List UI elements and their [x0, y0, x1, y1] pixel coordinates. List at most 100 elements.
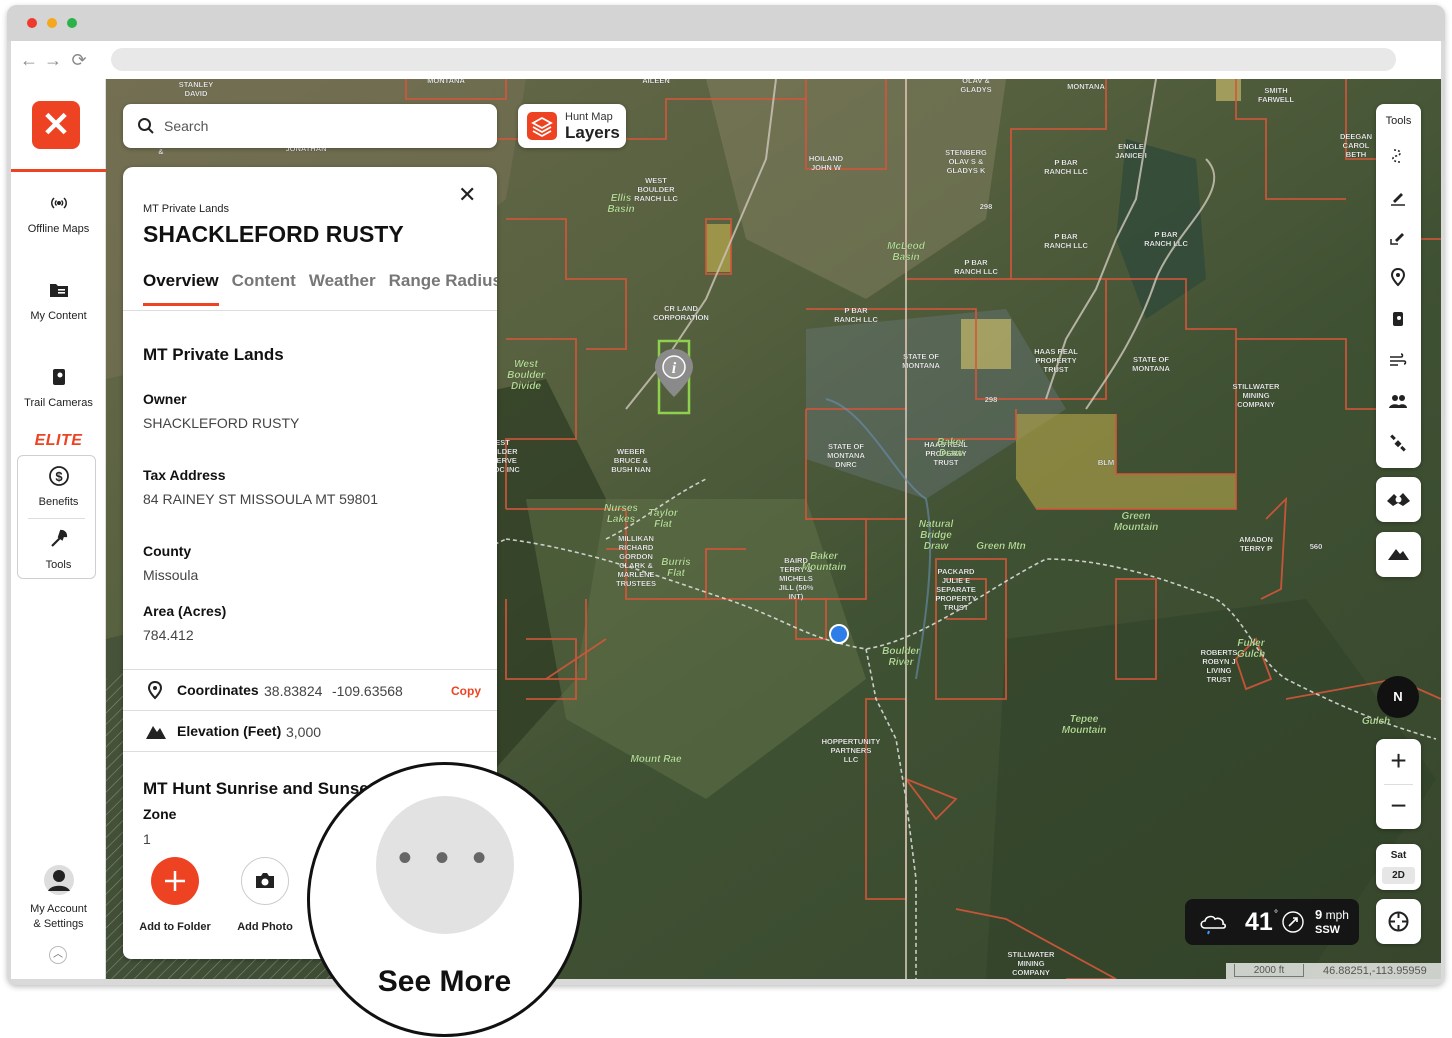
map-label: MONTANA — [1067, 82, 1105, 91]
temperature: 41 — [1245, 908, 1273, 936]
area-label: Area (Acres) — [143, 603, 227, 619]
people-icon[interactable] — [1388, 391, 1408, 411]
trail-camera-icon — [52, 369, 65, 385]
collapse-chevron-up-icon[interactable]: ︿ — [49, 946, 67, 964]
svg-text:$: $ — [55, 469, 63, 484]
tax-address-value: 84 RAINEY ST MISSOULA MT 59801 — [143, 491, 378, 507]
map-label: STENBERG OLAV S & GLADYS K — [945, 148, 987, 175]
offline-maps-icon — [50, 197, 67, 209]
reload-icon[interactable]: ⟳ — [69, 50, 89, 70]
wind-speed-unit: mph — [1325, 908, 1349, 922]
map-label: Fuller Gulch — [1237, 638, 1266, 660]
close-window-button[interactable] — [27, 18, 37, 28]
copy-button[interactable]: Copy — [451, 684, 481, 698]
forward-arrow-icon[interactable]: → — [43, 50, 63, 70]
zoom-out-button[interactable]: − — [1376, 784, 1421, 829]
draw-shape-icon[interactable] — [1388, 227, 1408, 247]
panel-tabs: Overview Content Weather Range Radius — [143, 271, 497, 311]
avatar — [43, 865, 74, 895]
offline-map-download-button[interactable] — [1376, 477, 1421, 522]
pencil-line-icon[interactable] — [1388, 187, 1408, 207]
map-label: MILLIKAN RICHARD GORDON CLARK & MARLENE TRUST… — [616, 534, 656, 588]
left-sidebar: ✕ Offline Maps My Content Trail Cameras … — [11, 79, 106, 979]
sidebar-item-my-content[interactable]: My Content — [11, 278, 106, 322]
map-label: MONTANA — [427, 79, 465, 85]
wind-icon[interactable] — [1388, 350, 1408, 370]
sidebar-item-offline-maps[interactable]: Offline Maps — [11, 191, 106, 235]
recenter-button[interactable] — [1376, 899, 1421, 944]
tab-overview[interactable]: Overview — [143, 271, 219, 306]
browser-window: ← → ⟳ i STANLEY DAVID MONTANA AILEEN OLA… — [7, 5, 1445, 985]
sidebar-item-trail-cameras[interactable]: Trail Cameras — [11, 365, 106, 409]
address-bar[interactable] — [111, 48, 1396, 71]
satellite-icon[interactable] — [1388, 433, 1408, 453]
weather-widget[interactable]: 41 ° 9 mph SSW — [1185, 899, 1359, 945]
map-label: Ellis Basin — [607, 193, 634, 215]
cloud-rain-icon — [1200, 915, 1227, 935]
divider — [123, 310, 497, 311]
sidebar-item-tools[interactable]: Tools — [11, 527, 106, 571]
close-icon[interactable]: ✕ — [458, 182, 476, 208]
add-photo-label: Add Photo — [237, 921, 293, 933]
layers-subtitle: Hunt Map — [565, 111, 613, 123]
trail-camera-icon[interactable] — [1388, 309, 1408, 329]
map-label: BLM — [1098, 458, 1114, 467]
coordinates-label: Coordinates — [177, 682, 259, 698]
latitude-value: 38.83824 — [264, 683, 323, 699]
map-label: AMADON TERRY P — [1239, 535, 1273, 553]
sidebar-item-benefits[interactable]: $ Benefits — [11, 464, 106, 508]
tools-toolbar: Tools — [1376, 104, 1421, 468]
sunrise-section-title: MT Hunt Sunrise and Sunset — [143, 779, 375, 798]
tools-label: Tools — [1385, 115, 1412, 127]
camera-icon — [241, 857, 289, 905]
panel-category: MT Private Lands — [143, 203, 230, 215]
elevation-label: Elevation (Feet) — [177, 723, 282, 739]
elevation-row: Elevation (Feet) 3,000 — [123, 711, 497, 751]
maximize-window-button[interactable] — [67, 18, 77, 28]
panel-title: SHACKLEFORD RUSTY — [143, 221, 404, 247]
elite-label: ELITE — [34, 432, 83, 449]
map-label: Green Mtn — [976, 541, 1025, 552]
browser-toolbar: ← → ⟳ — [11, 41, 1441, 79]
add-to-folder-button[interactable]: Add to Folder — [130, 857, 220, 933]
map-pin-icon — [147, 680, 163, 700]
account-label-2: & Settings — [33, 918, 84, 930]
divider — [28, 518, 85, 519]
wind-direction: SSW — [1315, 924, 1341, 936]
scale-distance: 2000 ft — [1234, 964, 1304, 977]
hunt-map-layers-button[interactable]: Hunt Map Layers — [518, 104, 626, 148]
see-more-button[interactable]: • • • — [376, 796, 514, 934]
layers-icon — [527, 112, 557, 140]
county-value: Missoula — [143, 567, 199, 583]
basemap-toggle[interactable]: Sat 2D — [1376, 844, 1421, 890]
zoom-in-button[interactable]: + — [1376, 739, 1421, 784]
tab-weather[interactable]: Weather — [309, 271, 376, 291]
path-route-icon[interactable] — [1388, 146, 1408, 166]
waypoint-pin-icon[interactable] — [1388, 267, 1408, 287]
compass-button[interactable]: N — [1377, 676, 1419, 718]
svg-text:i: i — [672, 360, 677, 377]
app-logo[interactable]: ✕ — [32, 101, 80, 149]
app-window: i STANLEY DAVID MONTANA AILEEN OLAV & GLADYS M… — [11, 79, 1441, 979]
map-dimension[interactable]: 2D — [1382, 867, 1415, 884]
tab-range-radius[interactable]: Range Radius — [389, 271, 497, 291]
search-bar[interactable]: Search — [123, 104, 497, 148]
map-label: Baker Draw — [937, 437, 966, 459]
sidebar-item-account[interactable]: My Account & Settings — [11, 864, 106, 932]
add-photo-button[interactable]: Add Photo — [220, 857, 310, 933]
terrain-3d-button[interactable] — [1376, 532, 1421, 577]
map-label: STATE OF MONTANA — [902, 352, 940, 370]
tab-content[interactable]: Content — [232, 271, 296, 291]
search-input[interactable]: Search — [164, 118, 208, 134]
plus-icon — [151, 857, 199, 905]
zone-label: Zone — [143, 806, 177, 822]
sidebar-item-label: My Content — [30, 310, 87, 322]
minimize-window-button[interactable] — [47, 18, 57, 28]
basemap-type: Sat — [1390, 850, 1407, 861]
area-value: 784.412 — [143, 627, 194, 643]
folder-icon — [49, 284, 68, 297]
map-label: OLAV & GLADYS — [960, 79, 991, 94]
back-arrow-icon[interactable]: ← — [19, 50, 39, 70]
owner-value: SHACKLEFORD RUSTY — [143, 415, 300, 431]
map-label: 298 — [985, 395, 998, 404]
